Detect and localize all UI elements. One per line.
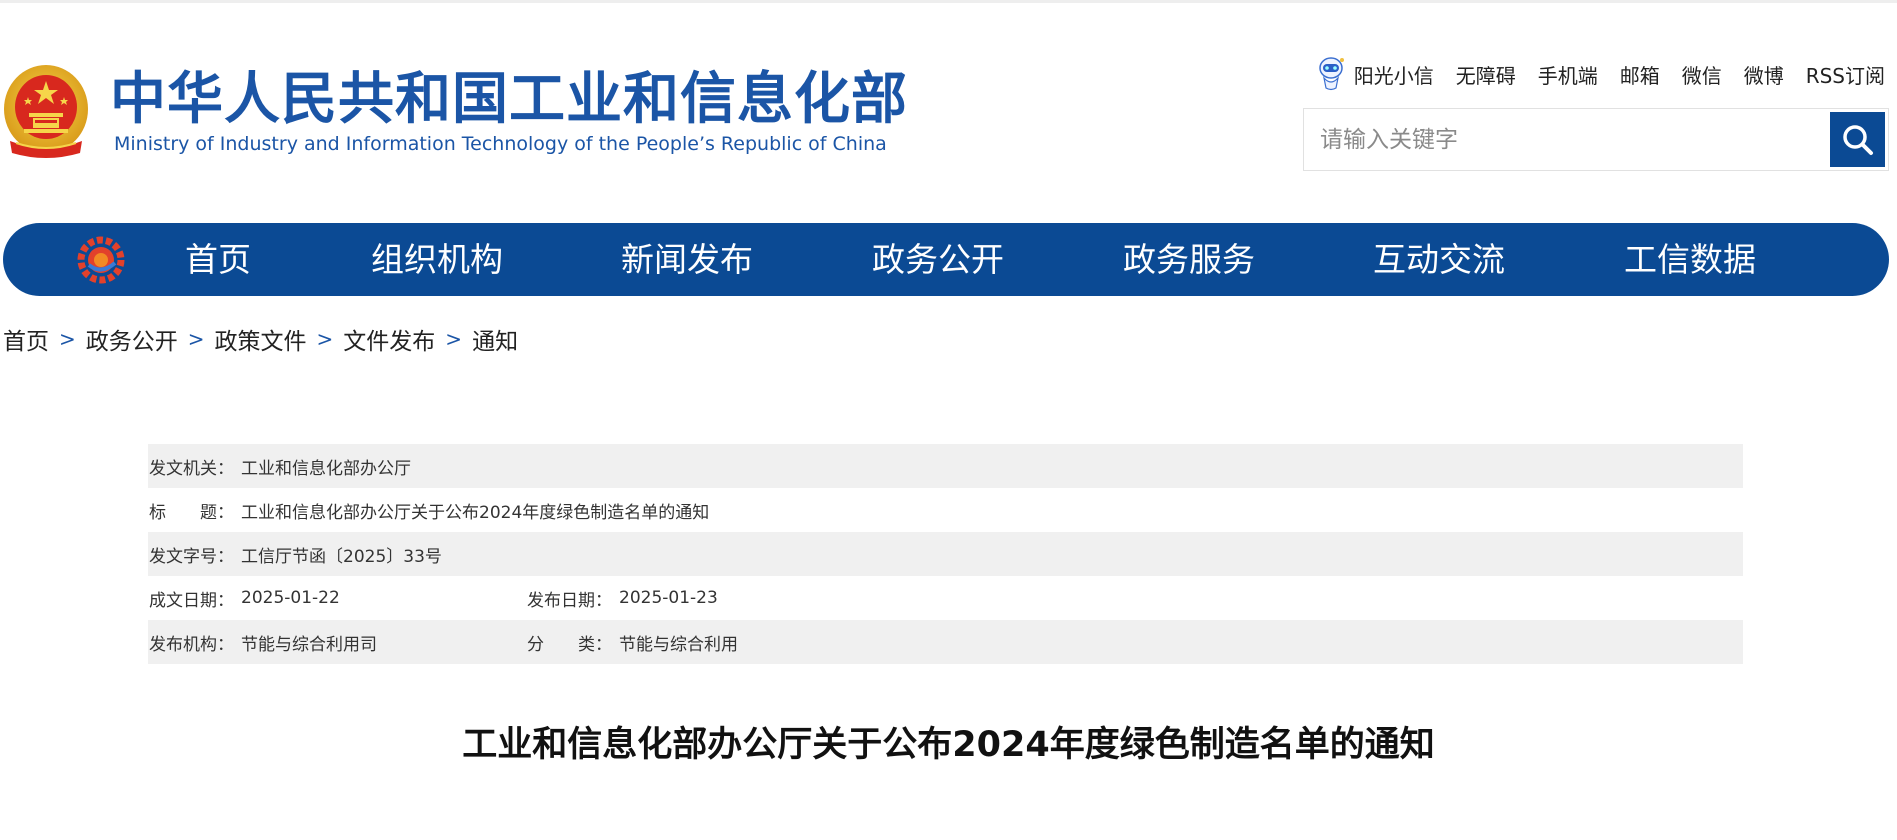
site-title-chinese[interactable]: 中华人民共和国工业和信息化部	[110, 64, 908, 136]
nav-news[interactable]: 新闻发布	[621, 223, 753, 296]
national-emblem-icon	[4, 65, 88, 158]
breadcrumb-government-affairs[interactable]: 政务公开	[86, 322, 178, 356]
search-button[interactable]	[1830, 112, 1885, 167]
nav-government-affairs[interactable]: 政务公开	[872, 223, 1004, 296]
info-row-org: 发布机构： 节能与综合利用司 分 类： 节能与综合利用	[148, 620, 1743, 664]
category-label: 分 类：	[527, 634, 612, 655]
breadcrumb-separator: >	[59, 327, 76, 351]
article-title: 工业和信息化部办公厅关于公布2024年度绿色制造名单的通知	[462, 725, 1435, 765]
category-value: 节能与综合利用	[619, 634, 738, 655]
nav-services[interactable]: 政务服务	[1123, 223, 1255, 296]
published-date-label: 发布日期：	[527, 590, 612, 611]
top-link-sunshine[interactable]: 阳光小信	[1354, 60, 1434, 89]
title-value: 工业和信息化部办公厅关于公布2024年度绿色制造名单的通知	[241, 502, 710, 523]
published-date-value: 2025-01-23	[619, 588, 718, 608]
issuer-label: 发文机关：	[149, 458, 234, 479]
search-input[interactable]	[1304, 109, 1828, 170]
docno-value: 工信厅节函〔2025〕33号	[241, 546, 442, 567]
breadcrumb-home[interactable]: 首页	[3, 322, 49, 356]
robot-icon[interactable]	[1316, 56, 1346, 92]
top-link-mobile[interactable]: 手机端	[1538, 60, 1598, 89]
top-links-bar: 阳光小信 无障碍 手机端 邮箱 微信 微博 RSS订阅	[1316, 56, 1885, 92]
top-link-accessibility[interactable]: 无障碍	[1456, 60, 1516, 89]
main-nav: 首页 组织机构 新闻发布 政务公开 政务服务 互动交流 工信数据	[3, 223, 1889, 296]
title-label: 标 题：	[149, 502, 234, 523]
nav-organization[interactable]: 组织机构	[371, 223, 503, 296]
breadcrumb-policy-documents[interactable]: 政策文件	[215, 322, 307, 356]
nav-home[interactable]: 首页	[185, 223, 251, 296]
org-value: 节能与综合利用司	[241, 634, 377, 655]
nav-interaction[interactable]: 互动交流	[1373, 223, 1505, 296]
search-icon	[1842, 124, 1873, 155]
top-link-weibo[interactable]: 微博	[1744, 60, 1784, 89]
docno-label: 发文字号：	[149, 546, 234, 567]
breadcrumb-notice[interactable]: 通知	[472, 322, 518, 356]
issuer-value: 工业和信息化部办公厅	[241, 458, 411, 479]
info-row-docno: 发文字号： 工信厅节函〔2025〕33号	[148, 532, 1743, 576]
breadcrumb-separator: >	[316, 327, 334, 351]
top-link-mail[interactable]: 邮箱	[1620, 60, 1660, 89]
info-row-dates: 成文日期： 2025-01-22 发布日期： 2025-01-23	[148, 576, 1743, 620]
org-label: 发布机构：	[149, 634, 234, 655]
created-date-value: 2025-01-22	[241, 588, 340, 608]
info-row-title: 标 题： 工业和信息化部办公厅关于公布2024年度绿色制造名单的通知	[148, 488, 1743, 532]
created-date-label: 成文日期：	[149, 590, 234, 611]
document-info-table: 发文机关： 工业和信息化部办公厅 标 题： 工业和信息化部办公厅关于公布2024…	[148, 444, 1743, 664]
info-row-issuer: 发文机关： 工业和信息化部办公厅	[148, 444, 1743, 488]
search-box	[1303, 108, 1889, 171]
top-link-wechat[interactable]: 微信	[1682, 60, 1722, 89]
top-link-rss[interactable]: RSS订阅	[1806, 60, 1885, 89]
nav-data[interactable]: 工信数据	[1624, 223, 1756, 296]
breadcrumb-separator: >	[187, 327, 205, 351]
breadcrumb: 首页 > 政务公开 > 政策文件 > 文件发布 > 通知	[3, 322, 518, 356]
breadcrumb-document-release[interactable]: 文件发布	[343, 322, 435, 356]
gear-logo-icon	[77, 236, 125, 284]
site-title-english[interactable]: Ministry of Industry and Information Tec…	[114, 132, 887, 156]
breadcrumb-separator: >	[445, 327, 463, 351]
top-border	[0, 0, 1897, 3]
